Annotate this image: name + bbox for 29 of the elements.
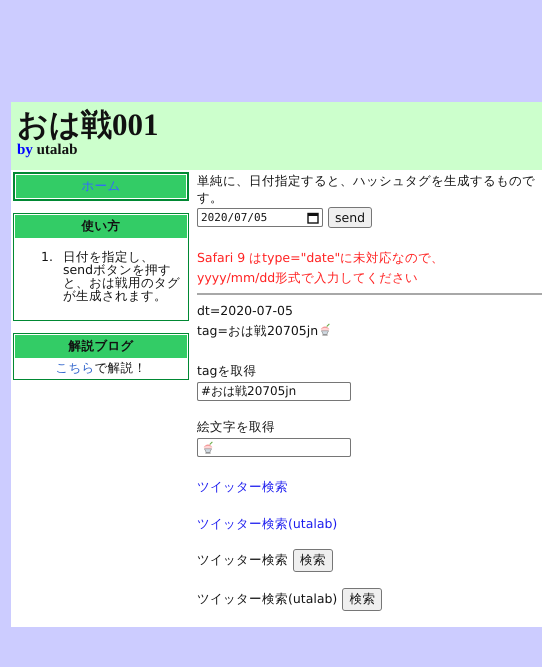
date-output: dt=2020-07-05 xyxy=(197,302,294,320)
usage-heading: 使い方 xyxy=(15,215,187,238)
search-button[interactable]: 検索 xyxy=(293,549,333,572)
blog-heading: 解説ブログ xyxy=(15,335,187,358)
byline-label: by xyxy=(17,142,33,158)
shaved-ice-icon xyxy=(201,440,215,454)
calendar-icon[interactable] xyxy=(307,212,319,224)
notice-text: Safari 9 はtype="date"に未対応なので、 xyxy=(197,249,446,267)
search-link[interactable]: ツイッター検索 xyxy=(197,479,288,496)
emoji-field[interactable] xyxy=(197,438,351,457)
site-title: おは戦001 xyxy=(17,108,160,142)
send-button[interactable]: send xyxy=(328,207,372,228)
author-name: utalab xyxy=(36,142,78,158)
step-number: 1. xyxy=(41,250,53,266)
step-text: 日付を指定し、sendボタンを押すと、おは戦用のタグが生成されます。 xyxy=(62,250,181,302)
blog-link[interactable]: こちら xyxy=(56,360,94,375)
emoji-label: 絵文字を取得 xyxy=(197,419,276,436)
notice-text: yyyy/mm/dd形式で入力してください xyxy=(197,269,420,287)
tag-label: tagを取得 xyxy=(197,363,258,380)
search-label: ツイッター検索(utalab) xyxy=(197,591,338,608)
search-link[interactable]: ツイッター検索(utalab) xyxy=(197,516,338,533)
shaved-ice-icon xyxy=(318,323,332,337)
search-label: ツイッター検索 xyxy=(197,552,288,569)
blog-text: で解説！ xyxy=(94,360,146,375)
search-button[interactable]: 検索 xyxy=(342,588,382,611)
intro-text: 単純に、日付指定すると、ハッシュタグを生成するものです。 xyxy=(197,173,536,207)
date-field[interactable]: 2020/07/05 xyxy=(197,208,323,227)
tag-field[interactable]: #おは戦20705jn xyxy=(197,382,351,401)
tag-output: tag=おは戦20705jn xyxy=(197,323,318,338)
